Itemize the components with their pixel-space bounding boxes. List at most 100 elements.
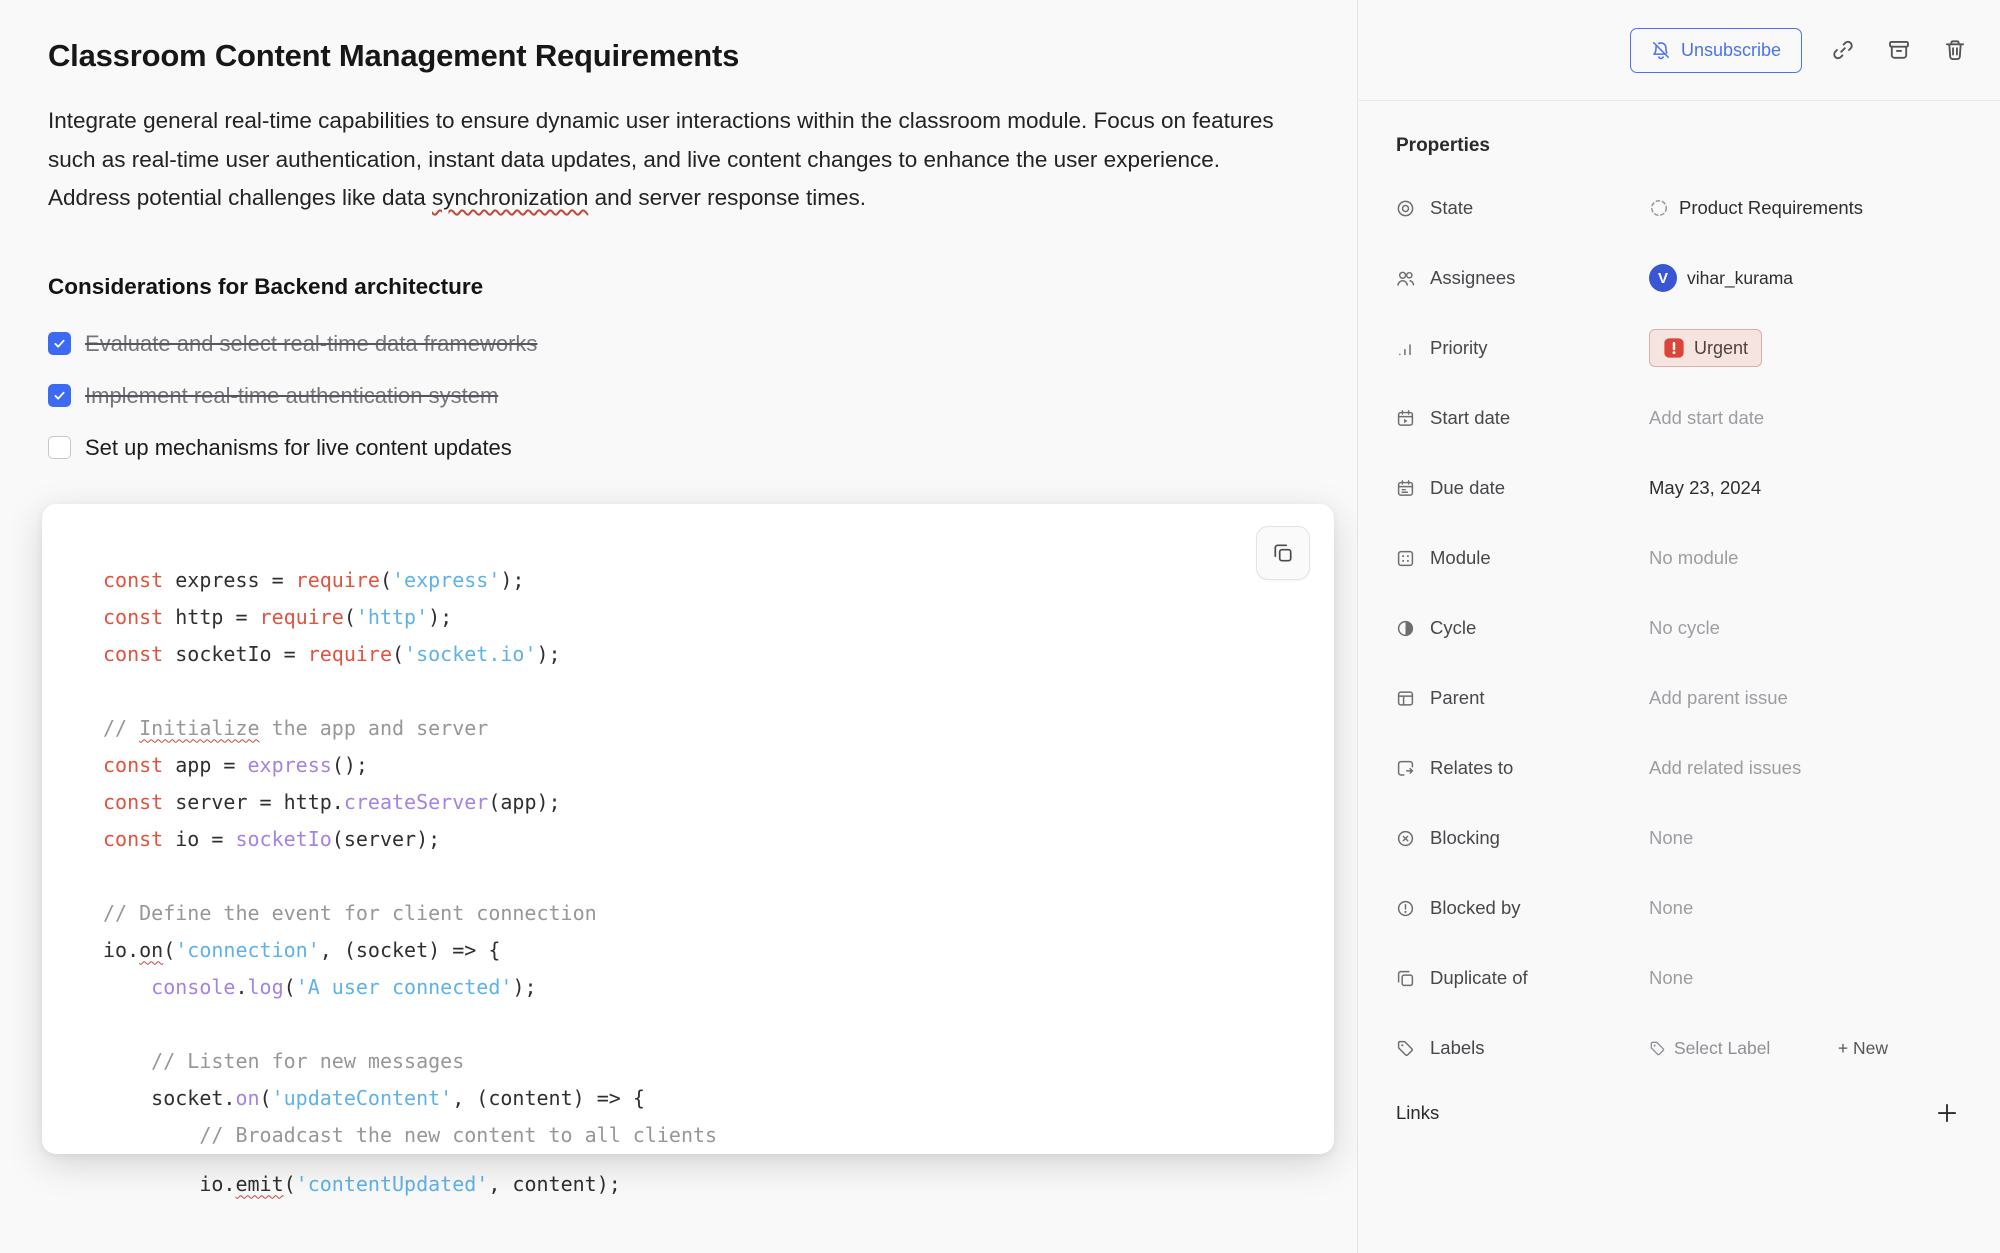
code-line: const express = require('express'); — [103, 562, 1304, 599]
code-line: const app = express(); — [103, 747, 1304, 784]
avatar: V — [1649, 264, 1677, 292]
code-line — [103, 1006, 1304, 1043]
panel-header: Unsubscribe — [1358, 0, 2000, 101]
checklist-item: Evaluate and select real-time data frame… — [48, 318, 1297, 370]
property-value-text: No cycle — [1649, 617, 1720, 639]
code-line: io.emit('contentUpdated', content); — [103, 1166, 1297, 1203]
property-value-parent[interactable]: Add parent issue — [1649, 687, 1962, 709]
checklist-item-label: Set up mechanisms for live content updat… — [85, 435, 512, 461]
assignees-icon — [1396, 269, 1415, 288]
property-value-text: May 23, 2024 — [1649, 477, 1761, 499]
module-icon — [1396, 549, 1415, 568]
dashed-circle-icon — [1649, 198, 1669, 218]
property-label: Start date — [1396, 407, 1649, 429]
copy-icon — [1272, 542, 1294, 564]
document-pane: Classroom Content Management Requirement… — [0, 0, 1357, 1253]
property-label: Duplicate of — [1396, 967, 1649, 989]
property-label: Assignees — [1396, 267, 1649, 289]
property-value-module[interactable]: No module — [1649, 547, 1962, 569]
property-label-text: Start date — [1430, 407, 1510, 429]
property-label-text: Duplicate of — [1430, 967, 1528, 989]
new-label-button[interactable]: + New — [1838, 1038, 1888, 1059]
code-line: // Listen for new messages — [103, 1043, 1304, 1080]
property-value-state[interactable]: Product Requirements — [1649, 197, 1962, 219]
code-line: console.log('A user connected'); — [103, 969, 1304, 1006]
property-label: Due date — [1396, 477, 1649, 499]
property-row-cycle: Cycle No cycle — [1396, 593, 1962, 663]
code-line: const server = http.createServer(app); — [103, 784, 1304, 821]
assignee-name: vihar_kurama — [1687, 268, 1793, 289]
checklist-item: Set up mechanisms for live content updat… — [48, 422, 1297, 474]
property-label-text: Parent — [1430, 687, 1485, 709]
due-date-icon — [1396, 479, 1415, 498]
code-line: io.on('connection', (socket) => { — [103, 932, 1304, 969]
code-block-card: const express = require('express'); const… — [42, 504, 1334, 1154]
property-value-duplicate-of[interactable]: None — [1649, 967, 1962, 989]
code-line — [103, 858, 1304, 895]
copy-code-button[interactable] — [1256, 526, 1310, 580]
property-label-text: Due date — [1430, 477, 1505, 499]
bell-off-icon — [1651, 40, 1671, 60]
property-value-due-date[interactable]: May 23, 2024 — [1649, 477, 1962, 499]
property-label-text: State — [1430, 197, 1473, 219]
property-label: Blocking — [1396, 827, 1649, 849]
property-value-text: Add parent issue — [1649, 687, 1788, 709]
property-row-duplicate-of: Duplicate of None — [1396, 943, 1962, 1013]
property-label: Parent — [1396, 687, 1649, 709]
plus-icon — [1935, 1101, 1959, 1125]
links-label: Links — [1396, 1102, 1439, 1124]
urgent-icon — [1663, 337, 1685, 359]
code-overflow-line: io.emit('contentUpdated', content); — [103, 1166, 1297, 1203]
property-row-blocking: BlockingNone — [1396, 803, 1962, 873]
property-label: Priority — [1396, 337, 1649, 359]
cycle-icon — [1396, 619, 1415, 638]
property-value-text: None — [1649, 897, 1693, 919]
property-value-cycle[interactable]: No cycle — [1649, 617, 1962, 639]
delete-button[interactable] — [1940, 35, 1970, 65]
property-label: Cycle — [1396, 617, 1649, 639]
state-icon — [1396, 199, 1415, 218]
code-line: socket.on('updateContent', (content) => … — [103, 1080, 1304, 1117]
property-value-blocked-by[interactable]: None — [1649, 897, 1962, 919]
property-value-start-date[interactable]: Add start date — [1649, 407, 1962, 429]
code-line: // Define the event for client connectio… — [103, 895, 1304, 932]
checkbox-unchecked[interactable] — [48, 436, 71, 459]
property-value-text: No module — [1649, 547, 1738, 569]
property-value-assignees[interactable]: Vvihar_kurama — [1649, 264, 1962, 292]
property-value-relates-to[interactable]: Add related issues — [1649, 757, 1962, 779]
property-row-assignees: AssigneesVvihar_kurama — [1396, 243, 1962, 313]
unsubscribe-button[interactable]: Unsubscribe — [1630, 28, 1802, 73]
property-value-labels[interactable]: Select Label + New — [1649, 1038, 1962, 1059]
state-value-text: Product Requirements — [1679, 197, 1863, 219]
description: Integrate general real-time capabilities… — [48, 102, 1297, 218]
tag-icon — [1649, 1040, 1666, 1057]
archive-button[interactable] — [1884, 35, 1914, 65]
property-row-module: ModuleNo module — [1396, 523, 1962, 593]
checklist-item: Implement real-time authentication syste… — [48, 370, 1297, 422]
checkbox-checked[interactable] — [48, 384, 71, 407]
copy-link-button[interactable] — [1828, 35, 1858, 65]
code-line: const socketIo = require('socket.io'); — [103, 636, 1304, 673]
checklist: Evaluate and select real-time data frame… — [48, 318, 1297, 474]
relates-to-icon — [1396, 759, 1415, 778]
property-value-priority[interactable]: Urgent — [1649, 329, 1962, 367]
property-row-blocked-by: Blocked byNone — [1396, 873, 1962, 943]
property-row-parent: Parent Add parent issue — [1396, 663, 1962, 733]
priority-icon — [1396, 339, 1415, 358]
property-value-text: Add related issues — [1649, 757, 1801, 779]
link-icon — [1831, 38, 1855, 62]
checkbox-checked[interactable] — [48, 332, 71, 355]
parent-icon — [1396, 689, 1415, 708]
checklist-item-label: Implement real-time authentication syste… — [85, 383, 498, 409]
property-value-blocking[interactable]: None — [1649, 827, 1962, 849]
properties-panel: Unsubscribe Properties StateProduct Requ… — [1357, 0, 2000, 1253]
add-link-button[interactable] — [1932, 1098, 1962, 1128]
property-value-text: None — [1649, 827, 1693, 849]
property-label-text: Priority — [1430, 337, 1488, 359]
property-label: Module — [1396, 547, 1649, 569]
select-label-button[interactable]: Select Label — [1649, 1038, 1770, 1059]
property-label-text: Cycle — [1430, 617, 1476, 639]
unsubscribe-label: Unsubscribe — [1681, 40, 1781, 61]
property-row-start-date: Start date Add start date — [1396, 383, 1962, 453]
section-heading: Considerations for Backend architecture — [48, 274, 1297, 300]
